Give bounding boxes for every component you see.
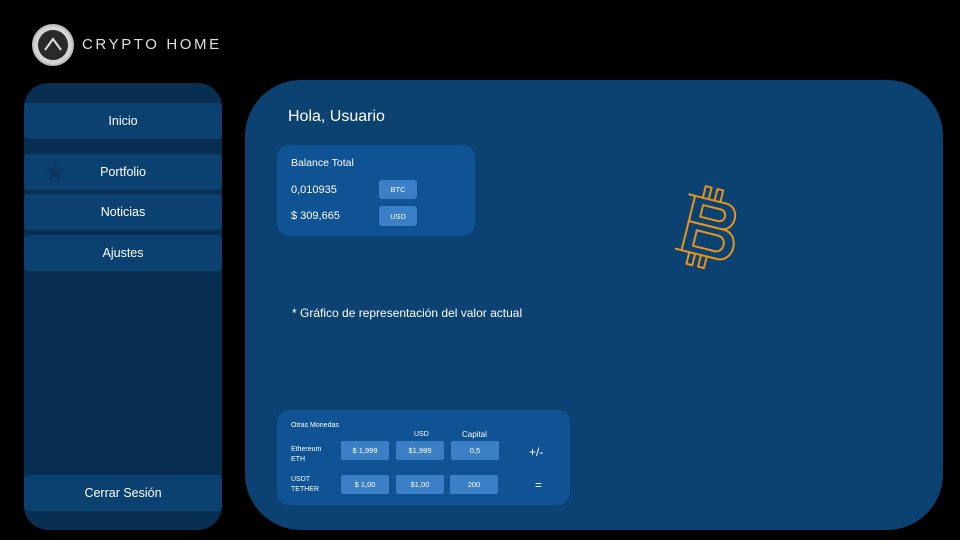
usd-unit-badge[interactable]: USD: [379, 206, 417, 226]
coin-name: Ethereum: [291, 446, 322, 453]
balance-title: Balance Total: [291, 157, 354, 169]
adjust-capital-button[interactable]: +/-: [529, 445, 543, 459]
usd-column-header: USD: [414, 431, 429, 438]
sidebar-item-inicio[interactable]: Inicio: [24, 103, 222, 139]
sidebar-item-label: Noticias: [100, 205, 146, 219]
other-coins-card: Otras Monedas USD Capital Ethereum ETH $…: [277, 410, 570, 505]
coin-usd-field[interactable]: $1,00: [396, 475, 444, 494]
triangle-logo-icon: [38, 30, 68, 60]
chart-note: * Gráfico de representación del valor ac…: [292, 306, 523, 320]
coin-capital-field[interactable]: 0,5: [451, 441, 499, 460]
balance-card: Balance Total 0,010935 BTC $ 309,665 USD: [277, 145, 475, 236]
sidebar-item-ajustes[interactable]: Ajustes: [24, 235, 222, 271]
main-panel: Hola, Usuario Balance Total 0,010935 BTC…: [245, 80, 943, 530]
app-logo: [32, 24, 74, 66]
bitcoin-icon: [674, 185, 737, 270]
coin-capital-field[interactable]: 200: [450, 475, 498, 494]
usd-balance-value: $ 309,665: [291, 210, 340, 222]
btc-unit-badge[interactable]: BTC: [379, 180, 417, 199]
sidebar-item-noticias[interactable]: Noticias: [24, 194, 222, 230]
sidebar-item-label: Inicio: [108, 114, 138, 128]
sidebar-item-label: Ajustes: [102, 246, 144, 260]
btc-balance-value: 0,010935: [291, 184, 337, 196]
greeting: Hola, Usuario: [288, 108, 385, 125]
equals-button[interactable]: =: [535, 478, 542, 492]
coin-price-field[interactable]: $ 1,999: [341, 441, 389, 460]
logout-label: Cerrar Sesión: [84, 486, 162, 500]
capital-column-header: Capital: [462, 430, 487, 439]
sidebar-item-portfolio[interactable]: Portfolio: [24, 154, 222, 190]
coin-usd-field[interactable]: $1,999: [396, 441, 444, 460]
star-icon: [45, 162, 65, 181]
sidebar: Inicio Portfolio Noticias Ajustes Cerrar…: [24, 83, 222, 530]
coin-symbol: ETH: [291, 456, 305, 463]
app-title: CRYPTO HOME: [82, 36, 222, 53]
coin-symbol: TETHER: [291, 486, 319, 493]
coin-name: USDT: [291, 476, 311, 483]
logout-button[interactable]: Cerrar Sesión: [24, 475, 222, 511]
sidebar-item-label: Portfolio: [100, 165, 146, 179]
coin-price-field[interactable]: $ 1,00: [341, 475, 389, 494]
other-coins-title: Otras Monedas: [291, 422, 339, 429]
